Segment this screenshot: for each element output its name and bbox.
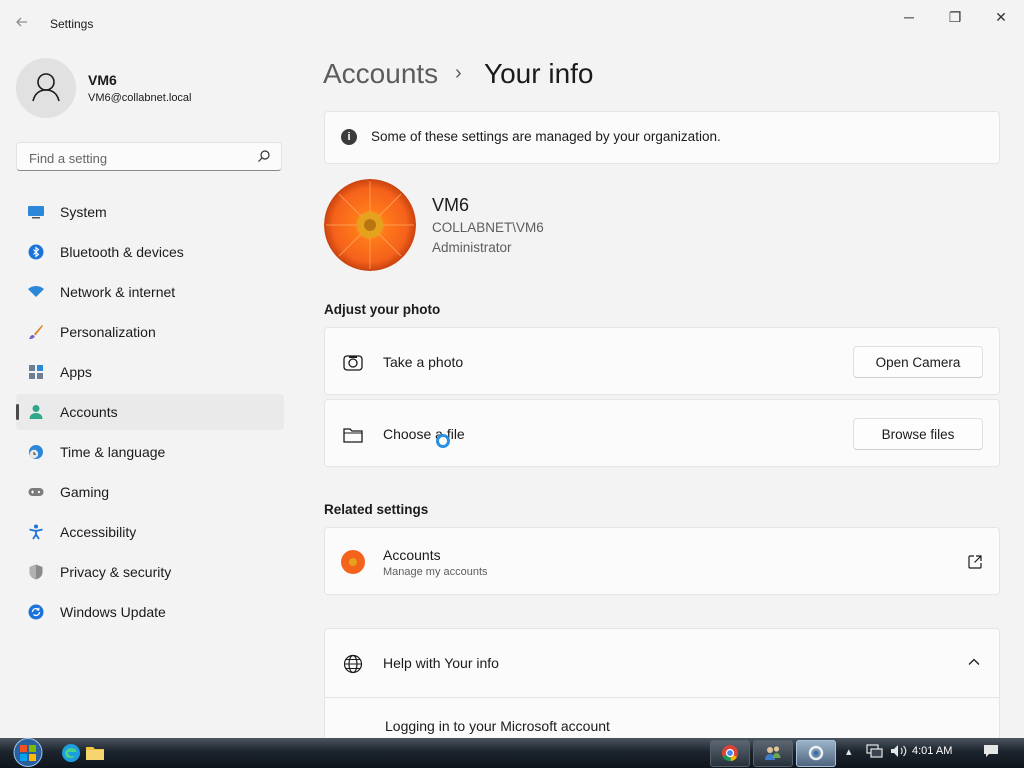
person-icon	[29, 405, 43, 419]
sidebar-item-label: Accounts	[60, 404, 118, 420]
sidebar-item-system[interactable]: System	[16, 194, 284, 230]
title-bar: Settings ─ ❐ ✕	[0, 0, 1024, 48]
sidebar-item-label: Windows Update	[60, 604, 166, 620]
sidebar-item-network[interactable]: Network & internet	[16, 274, 284, 310]
chrome-icon	[722, 745, 738, 762]
gamepad-icon	[28, 488, 44, 496]
user-name: VM6	[432, 195, 470, 215]
take-photo-label: Take a photo	[383, 354, 464, 370]
sidebar-item-label: Network & internet	[60, 284, 176, 300]
choose-file-label: Choose a file	[383, 426, 465, 442]
choose-file-row: Choose a file Browse files	[324, 399, 1000, 467]
search-box[interactable]	[16, 142, 282, 171]
sidebar-item-bluetooth[interactable]: Bluetooth & devices	[16, 234, 284, 270]
external-link-icon	[968, 555, 982, 569]
person-icon	[32, 73, 60, 102]
sidebar-item-label: System	[60, 204, 107, 220]
section-heading-adjust-photo: Adjust your photo	[324, 302, 441, 317]
sidebar-item-accessibility[interactable]: Accessibility	[16, 514, 284, 550]
sidebar-item-windows-update[interactable]: Windows Update	[16, 594, 284, 630]
monitor-icon	[28, 206, 44, 219]
sidebar-item-label: Privacy & security	[60, 564, 172, 580]
breadcrumb-parent[interactable]: Accounts	[323, 58, 438, 90]
sidebar-item-time-language[interactable]: Time & language	[16, 434, 284, 470]
globe-clock-icon	[29, 445, 43, 459]
user-photo	[324, 179, 416, 271]
sidebar-item-apps[interactable]: Apps	[16, 354, 284, 390]
sidebar-item-label: Time & language	[60, 444, 166, 460]
notification-icon[interactable]	[983, 744, 999, 758]
browse-files-button[interactable]: Browse files	[853, 418, 983, 450]
search-icon[interactable]	[257, 149, 271, 163]
app-title: Settings	[50, 17, 94, 31]
help-link[interactable]: Logging in to your Microsoft account	[385, 718, 610, 734]
sidebar-item-label: Bluetooth & devices	[60, 244, 184, 260]
shield-icon	[29, 564, 43, 580]
chevron-up-icon[interactable]	[967, 655, 981, 669]
sidebar-nav: System Bluetooth & devices Network & int…	[16, 194, 284, 634]
taskbar-clock[interactable]: 4:01 AM	[912, 745, 952, 757]
globe-icon	[343, 654, 363, 674]
file-explorer-icon[interactable]	[84, 742, 106, 764]
take-photo-row: Take a photo Open Camera	[324, 327, 1000, 395]
sidebar-item-label: Accessibility	[60, 524, 137, 540]
apps-icon	[29, 365, 43, 379]
sidebar-item-gaming[interactable]: Gaming	[16, 474, 284, 510]
accessibility-icon	[29, 524, 43, 540]
settings-taskbar-button[interactable]	[796, 740, 836, 767]
chrome-taskbar-button[interactable]	[710, 740, 750, 767]
related-accounts-subtitle: Manage my accounts	[383, 566, 488, 578]
sidebar-item-label: Personalization	[60, 324, 156, 340]
profile-name: VM6	[88, 72, 117, 88]
users-icon	[765, 746, 781, 760]
page-title: Your info	[484, 58, 594, 89]
info-icon: i	[341, 129, 357, 145]
org-managed-banner: i Some of these settings are managed by …	[324, 111, 1000, 164]
divider	[325, 697, 999, 698]
open-camera-button[interactable]: Open Camera	[853, 346, 983, 378]
network-icon[interactable]	[866, 744, 884, 758]
folder-icon	[343, 428, 363, 443]
bluetooth-icon	[28, 244, 44, 260]
tray-chevron-icon[interactable]: ▴	[846, 745, 852, 758]
settings-icon	[808, 745, 824, 761]
user-domain: COLLABNET\VM6	[432, 220, 544, 235]
start-button-icon[interactable]	[8, 737, 48, 768]
edge-icon[interactable]	[60, 742, 82, 764]
sidebar-item-accounts[interactable]: Accounts	[16, 394, 284, 430]
help-title[interactable]: Help with Your info	[383, 655, 499, 671]
banner-text: Some of these settings are managed by yo…	[371, 129, 721, 144]
wifi-icon	[28, 286, 44, 297]
search-input[interactable]	[27, 148, 251, 168]
user-role: Administrator	[432, 240, 512, 255]
avatar	[16, 58, 76, 118]
sidebar-item-label: Apps	[60, 364, 92, 380]
section-heading-related: Related settings	[324, 502, 429, 517]
maximize-button[interactable]: ❐	[932, 6, 978, 28]
brush-icon	[29, 325, 43, 339]
busy-cursor-icon	[436, 434, 450, 448]
sidebar-item-label: Gaming	[60, 484, 110, 500]
users-taskbar-button[interactable]	[753, 740, 793, 767]
chevron-right-icon: ›	[455, 62, 462, 84]
account-photo-icon	[341, 550, 365, 574]
profile-email: VM6@collabnet.local	[88, 92, 192, 104]
minimize-button[interactable]: ─	[886, 6, 932, 28]
sidebar-item-personalization[interactable]: Personalization	[16, 314, 284, 350]
related-accounts-row[interactable]: Accounts Manage my accounts	[324, 527, 1000, 595]
sidebar-item-privacy[interactable]: Privacy & security	[16, 554, 284, 590]
back-arrow-icon[interactable]	[14, 14, 34, 34]
update-icon	[28, 604, 44, 620]
related-accounts-title: Accounts	[383, 547, 441, 563]
volume-icon[interactable]	[890, 744, 908, 758]
camera-icon	[343, 355, 363, 371]
close-button[interactable]: ✕	[978, 6, 1024, 28]
